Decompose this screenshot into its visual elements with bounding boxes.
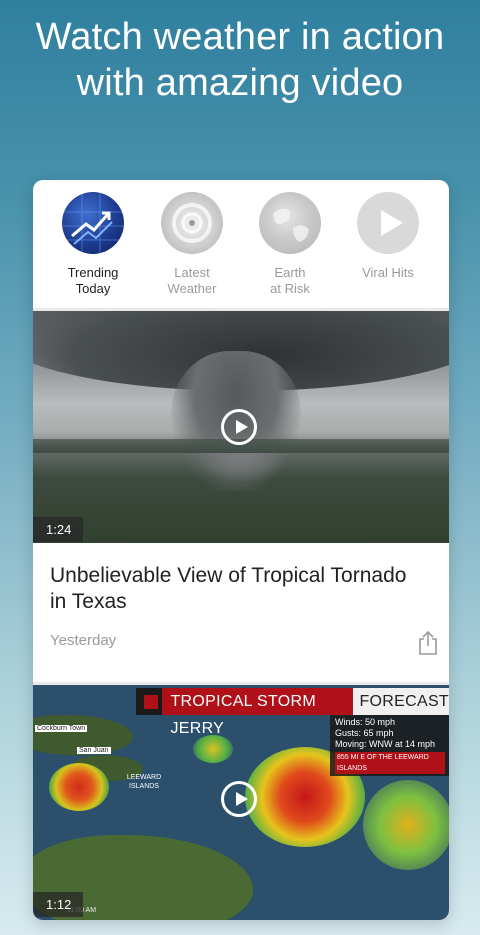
- play-icon: [357, 192, 419, 254]
- tab-label: Trending Today: [67, 265, 119, 296]
- hurricane-satellite-icon: [161, 192, 223, 254]
- video-thumbnail-tornado[interactable]: 1:24: [33, 311, 449, 543]
- video-thumbnail-storm-map[interactable]: TROPICAL STORM JERRY FORECAST Winds: 50 …: [33, 685, 449, 920]
- distance-text: 855 MI E OF THE LEEWARD ISLANDS: [335, 752, 445, 774]
- storm-radar-blob: [363, 780, 449, 870]
- tab-viral-hits[interactable]: Viral Hits: [339, 192, 437, 281]
- tab-label: Latest Weather: [167, 265, 217, 296]
- channel-logo-icon: [136, 688, 163, 715]
- gusts-text: Gusts: 65 mph: [335, 728, 394, 738]
- headline-line-2: with amazing video: [76, 62, 404, 104]
- video-card: Trending Today Latest Weather Earth at R…: [33, 180, 449, 920]
- tab-earth-at-risk[interactable]: Earth at Risk: [241, 192, 339, 297]
- play-button[interactable]: [221, 781, 257, 817]
- play-button[interactable]: [221, 409, 257, 445]
- share-icon[interactable]: [417, 630, 439, 656]
- video-date: Yesterday: [50, 632, 117, 649]
- category-tabs: Trending Today Latest Weather Earth at R…: [33, 180, 449, 308]
- tab-trending-today[interactable]: Trending Today: [44, 192, 142, 297]
- video-title[interactable]: Unbelievable View of Tropical Tornado in…: [50, 563, 410, 615]
- banner-forecast: FORECAST: [353, 688, 449, 715]
- headline-line-1: Watch weather in action: [35, 16, 445, 58]
- map-label-leeward: LEEWARD ISLANDS: [126, 774, 162, 790]
- storm-banner: TROPICAL STORM JERRY FORECAST: [136, 688, 449, 737]
- storm-info-box: Winds: 50 mph Gusts: 65 mph Moving: WNW …: [330, 715, 449, 776]
- banner-storm-name: TROPICAL STORM JERRY: [162, 688, 354, 737]
- map-label-cockburn: Cockburn Town: [35, 725, 88, 732]
- tab-label: Earth at Risk: [270, 265, 310, 296]
- map-label-sanjuan: San Juan: [77, 747, 111, 754]
- tab-label: Viral Hits: [362, 265, 414, 280]
- winds-text: Winds: 50 mph: [335, 717, 396, 727]
- headline: Watch weather in action with amazing vid…: [0, 14, 480, 106]
- trending-chart-icon: [62, 192, 124, 254]
- storm-radar-blob: [49, 763, 109, 811]
- duration-badge: 1:12: [33, 892, 84, 917]
- earth-globe-icon: [259, 192, 321, 254]
- moving-text: Moving: WNW at 14 mph: [335, 739, 436, 749]
- tab-latest-weather[interactable]: Latest Weather: [143, 192, 241, 297]
- duration-badge: 1:24: [33, 517, 84, 542]
